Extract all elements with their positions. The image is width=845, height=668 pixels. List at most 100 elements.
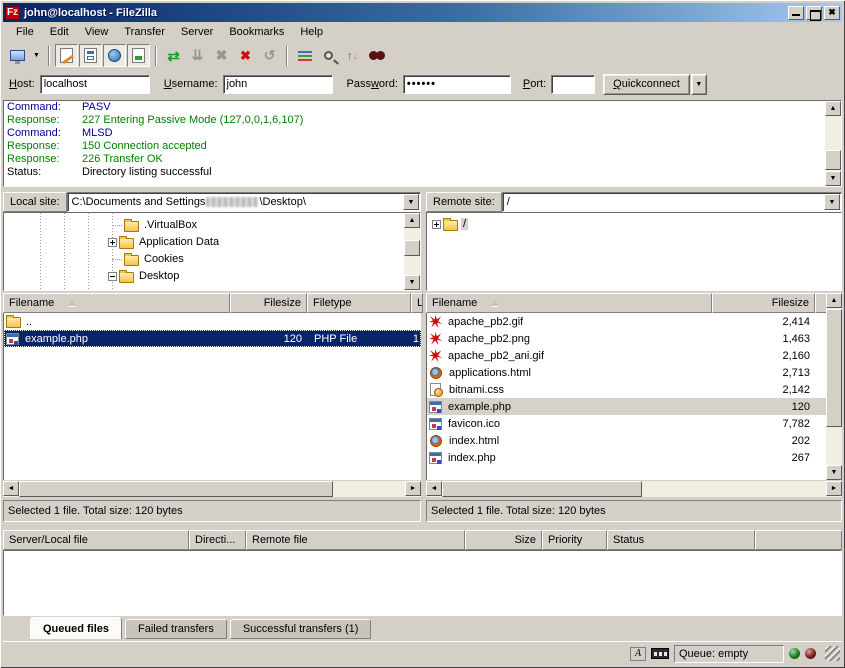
tree-item-application-data[interactable]: Application Data bbox=[108, 234, 221, 250]
resize-grip[interactable] bbox=[825, 646, 840, 661]
column-header-lastmodified[interactable]: L bbox=[411, 293, 423, 313]
compare-directories-button[interactable] bbox=[317, 44, 340, 67]
log-scrollbar[interactable]: ▲ ▼ bbox=[825, 101, 841, 186]
minimize-button[interactable] bbox=[788, 6, 804, 20]
search-files-button[interactable] bbox=[365, 44, 388, 67]
remote-site-combo[interactable]: / ▼ bbox=[502, 192, 842, 212]
toggle-message-log-button[interactable] bbox=[55, 44, 78, 67]
site-manager-button[interactable] bbox=[6, 44, 29, 67]
menu-file[interactable]: File bbox=[8, 24, 42, 40]
column-header-filesize[interactable]: Filesize bbox=[712, 293, 815, 313]
combo-dropdown-icon[interactable]: ▼ bbox=[403, 194, 419, 210]
refresh-button[interactable]: ⇄ bbox=[162, 44, 185, 67]
filesize-cell: 2,142 bbox=[713, 381, 810, 398]
file-row[interactable]: index.php 267 bbox=[427, 449, 826, 466]
file-row[interactable]: bitnami.css 2,142 bbox=[427, 381, 826, 398]
scroll-right-icon[interactable]: ► bbox=[405, 481, 421, 496]
scrollbar-thumb[interactable] bbox=[442, 481, 642, 497]
scrollbar-thumb[interactable] bbox=[19, 481, 333, 497]
menu-edit[interactable]: Edit bbox=[42, 24, 77, 40]
tree-item-cookies[interactable]: Cookies bbox=[112, 251, 186, 267]
scrollbar-thumb[interactable] bbox=[826, 309, 842, 427]
column-header-filename[interactable]: Filename bbox=[426, 293, 712, 313]
scrollbar-thumb[interactable] bbox=[825, 150, 841, 170]
filesize-cell: 7,782 bbox=[713, 415, 810, 432]
reconnect-button[interactable]: ↺ bbox=[258, 44, 281, 67]
scroll-down-icon[interactable]: ▼ bbox=[826, 465, 842, 480]
process-queue-button[interactable]: ⇊ bbox=[186, 44, 209, 67]
combo-dropdown-icon[interactable]: ▼ bbox=[824, 194, 840, 210]
synchronized-browsing-button[interactable]: ↑↓ bbox=[341, 44, 364, 67]
maximize-button[interactable] bbox=[806, 6, 822, 20]
local-list-hscrollbar[interactable]: ◄ ► bbox=[3, 481, 421, 497]
scroll-left-icon[interactable]: ◄ bbox=[426, 481, 442, 496]
file-row[interactable]: apache_pb2_ani.gif 2,160 bbox=[427, 347, 826, 364]
column-header-priority[interactable]: Priority bbox=[542, 530, 607, 550]
scroll-up-icon[interactable]: ▲ bbox=[404, 213, 420, 228]
remote-list-scrollbar[interactable]: ▲ ▼ bbox=[826, 293, 842, 480]
menu-server[interactable]: Server bbox=[173, 24, 221, 40]
tab-failed-transfers[interactable]: Failed transfers bbox=[125, 619, 227, 639]
file-row-selected[interactable]: example.php 120 bbox=[427, 398, 826, 415]
port-input[interactable] bbox=[551, 75, 595, 94]
password-input[interactable]: •••••• bbox=[403, 75, 511, 94]
tree-item-root[interactable]: / bbox=[432, 216, 468, 232]
column-header-size[interactable]: Size bbox=[465, 530, 542, 550]
image-splat-icon bbox=[429, 349, 442, 362]
file-row[interactable]: applications.html 2,713 bbox=[427, 364, 826, 381]
expand-plus-icon[interactable] bbox=[432, 220, 441, 229]
disconnect-button[interactable]: ✖ bbox=[234, 44, 257, 67]
column-header-filetype[interactable]: Filetype bbox=[307, 293, 411, 313]
quickconnect-button[interactable]: Quickconnect bbox=[603, 74, 690, 95]
toggle-remote-tree-button[interactable] bbox=[103, 44, 126, 67]
speed-limit-icon[interactable] bbox=[651, 648, 669, 659]
menu-transfer[interactable]: Transfer bbox=[116, 24, 173, 40]
host-input[interactable]: localhost bbox=[40, 75, 150, 94]
menu-help[interactable]: Help bbox=[292, 24, 331, 40]
transfer-type-icon[interactable]: A bbox=[630, 647, 646, 661]
scroll-up-icon[interactable]: ▲ bbox=[825, 101, 841, 116]
toggle-local-tree-button[interactable] bbox=[79, 44, 102, 67]
expand-plus-icon[interactable] bbox=[108, 238, 117, 247]
site-manager-dropdown[interactable]: ▼ bbox=[30, 45, 43, 66]
column-header-filename[interactable]: Filename bbox=[3, 293, 230, 313]
quickconnect-dropdown[interactable]: ▼ bbox=[691, 74, 707, 95]
file-row-example-php[interactable]: example.php 120 PHP File 1 bbox=[4, 330, 421, 347]
scroll-right-icon[interactable]: ► bbox=[826, 481, 842, 496]
file-row-parent-dir[interactable]: .. bbox=[4, 313, 421, 330]
column-header-filesize[interactable]: Filesize bbox=[230, 293, 307, 313]
tab-successful-transfers[interactable]: Successful transfers (1) bbox=[230, 619, 372, 639]
close-button[interactable]: ✖ bbox=[824, 6, 840, 20]
column-header-direction[interactable]: Directi... bbox=[189, 530, 246, 550]
toggle-queue-button[interactable] bbox=[127, 44, 150, 67]
scroll-up-icon[interactable]: ▲ bbox=[826, 293, 842, 308]
scrollbar-thumb[interactable] bbox=[404, 240, 420, 256]
folder-icon bbox=[124, 255, 139, 266]
column-header-server-local-file[interactable]: Server/Local file bbox=[3, 530, 189, 550]
collapse-minus-icon[interactable] bbox=[108, 272, 117, 281]
menu-view[interactable]: View bbox=[77, 24, 117, 40]
title-bar[interactable]: Fz john@localhost - FileZilla ✖ bbox=[3, 3, 842, 22]
scroll-left-icon[interactable]: ◄ bbox=[3, 481, 19, 496]
local-tree-scrollbar[interactable]: ▲ ▼ bbox=[404, 213, 420, 290]
file-row[interactable]: index.html 202 bbox=[427, 432, 826, 449]
tree-item-desktop[interactable]: Desktop bbox=[108, 268, 181, 284]
scroll-down-icon[interactable]: ▼ bbox=[825, 171, 841, 186]
scroll-down-icon[interactable]: ▼ bbox=[404, 275, 420, 290]
cancel-operation-button[interactable]: ✖ bbox=[210, 44, 233, 67]
local-site-combo[interactable]: C:\Documents and Settings\Desktop\ ▼ bbox=[67, 192, 421, 212]
queue-list[interactable] bbox=[3, 550, 842, 616]
filter-button[interactable] bbox=[293, 44, 316, 67]
column-header-status[interactable]: Status bbox=[607, 530, 755, 550]
username-input[interactable]: john bbox=[223, 75, 333, 94]
column-header-remote-file[interactable]: Remote file bbox=[246, 530, 465, 550]
tree-guide bbox=[40, 213, 41, 290]
sort-ascending-icon bbox=[68, 300, 76, 306]
menu-bookmarks[interactable]: Bookmarks bbox=[221, 24, 292, 40]
tab-queued-files[interactable]: Queued files bbox=[30, 617, 122, 639]
remote-list-hscrollbar[interactable]: ◄ ► bbox=[426, 481, 842, 497]
file-row[interactable]: favicon.ico 7,782 bbox=[427, 415, 826, 432]
file-row[interactable]: apache_pb2.gif 2,414 bbox=[427, 313, 826, 330]
file-row[interactable]: apache_pb2.png 1,463 bbox=[427, 330, 826, 347]
tree-item-virtualbox[interactable]: .VirtualBox bbox=[112, 217, 199, 233]
